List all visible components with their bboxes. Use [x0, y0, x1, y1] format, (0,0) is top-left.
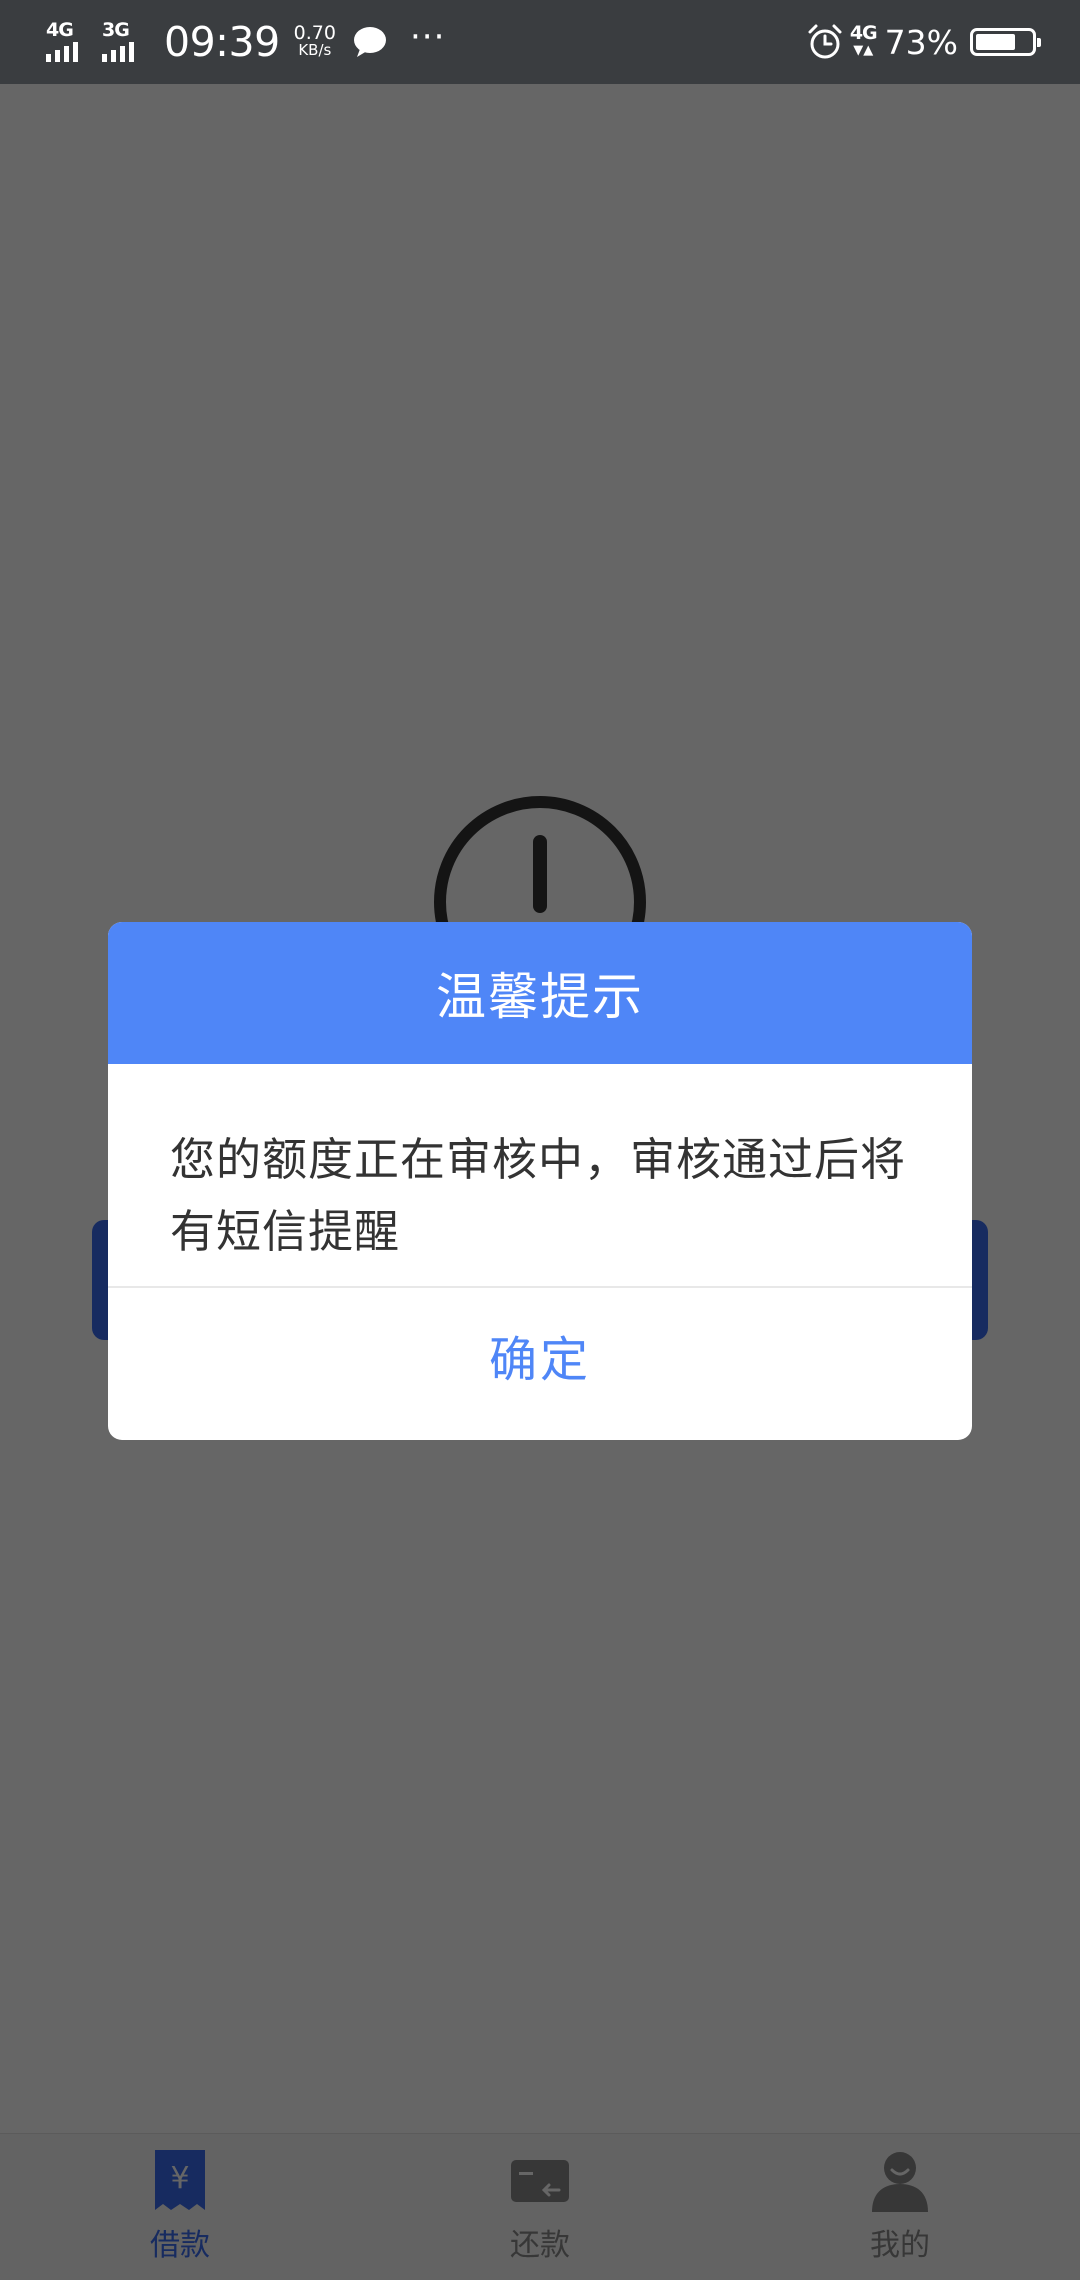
notice-dialog: 温馨提示 您的额度正在审核中，审核通过后将有短信提醒 确定 — [108, 922, 972, 1440]
signal-3g-label: 3G — [102, 19, 130, 41]
battery-level — [976, 34, 1015, 50]
more-dots-icon: ··· — [409, 17, 446, 57]
dialog-header: 温馨提示 — [108, 922, 972, 1064]
dialog-title: 温馨提示 — [436, 968, 644, 1026]
network-speed-value: 0.70 — [293, 22, 336, 44]
status-bar-left: 4G 3G 09:39 0.70 KB/s ··· — [46, 0, 445, 84]
battery-icon — [970, 28, 1041, 56]
clock-time: 09:39 — [164, 18, 280, 66]
signal-4g-label: 4G — [46, 19, 74, 41]
dialog-message: 您的额度正在审核中，审核通过后将有短信提醒 — [108, 1064, 972, 1288]
data-arrows-icon: ▼▲ — [853, 43, 874, 58]
network-speed-unit: KB/s — [298, 41, 332, 59]
signal-3g-indicator: 3G — [102, 20, 150, 64]
signal-4g-data-label: 4G — [849, 22, 878, 44]
status-bar-right: 4G ▼▲ 73% — [806, 0, 1041, 84]
signal-4g-data-indicator: 4G ▼▲ — [849, 22, 878, 60]
network-speed: 0.70 KB/s — [293, 22, 336, 59]
alarm-icon — [808, 24, 842, 59]
signal-4g-indicator: 4G — [46, 20, 94, 64]
confirm-button[interactable]: 确定 — [108, 1288, 972, 1422]
status-bar: 4G 3G 09:39 0.70 KB/s ··· 4G ▼▲ 73% — [0, 0, 1080, 84]
battery-percent: 73% — [884, 22, 958, 62]
chat-bubble-icon — [353, 27, 386, 57]
signal-bars-icon — [46, 42, 78, 62]
signal-bars-icon — [102, 42, 134, 62]
